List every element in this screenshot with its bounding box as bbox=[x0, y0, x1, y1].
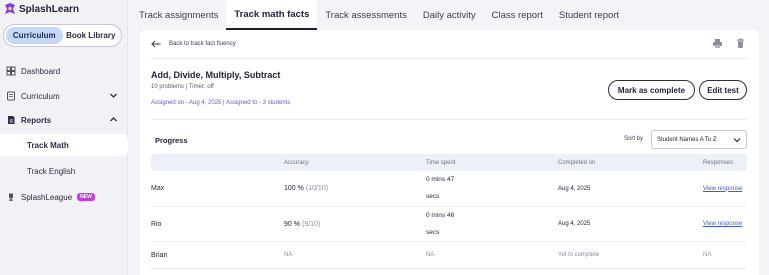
sidebar-item-splashleague[interactable]: SplashLeague NEW bbox=[0, 186, 128, 208]
sidebar-item-label: Curriculum bbox=[21, 91, 60, 101]
time-spent-cell: NA bbox=[426, 252, 435, 258]
book-library-toggle[interactable]: Book Library bbox=[63, 27, 120, 44]
sidebar-item-label: SplashLeague bbox=[21, 192, 73, 202]
mark-as-complete-button[interactable]: Mark as complete bbox=[608, 80, 695, 100]
sidebar-item-reports[interactable]: Reports bbox=[0, 109, 128, 131]
chevron-down-icon bbox=[733, 136, 741, 144]
tab-daily-activity[interactable]: Daily activity bbox=[423, 0, 476, 30]
table-row: Max 100 % (10/10) 0 mins 47 secs Aug 4, … bbox=[151, 171, 747, 207]
time-spent-unit: secs bbox=[426, 228, 440, 236]
curriculum-icon bbox=[6, 91, 16, 101]
sidebar-item-track-math[interactable]: Track Math bbox=[0, 134, 128, 156]
student-name: Brian bbox=[151, 251, 168, 259]
curriculum-toggle[interactable]: Curriculum bbox=[6, 27, 63, 44]
library-switch: Curriculum Book Library bbox=[3, 24, 122, 47]
tab-track-assignments[interactable]: Track assignments bbox=[139, 0, 218, 30]
reports-icon bbox=[6, 115, 16, 125]
trophy-icon bbox=[6, 192, 16, 202]
progress-heading: Progress bbox=[155, 136, 188, 145]
accuracy-cell: NA bbox=[284, 252, 293, 258]
chevron-up-icon bbox=[109, 115, 118, 124]
column-header-time-spent: Time spent bbox=[426, 159, 456, 166]
tab-class-report[interactable]: Class report bbox=[492, 0, 543, 30]
sidebar-item-track-english[interactable]: Track English bbox=[0, 160, 128, 182]
trash-icon[interactable] bbox=[735, 38, 746, 49]
accuracy-detail: (10/10) bbox=[305, 185, 329, 192]
student-name: Max bbox=[151, 185, 165, 192]
test-title: Add, Divide, Multiply, Subtract bbox=[151, 70, 281, 80]
sort-by-label: Sort by bbox=[624, 136, 644, 142]
sidebar-item-curriculum[interactable]: Curriculum bbox=[0, 85, 128, 107]
table-row: Rio 90 % (9/10) 0 mins 46 secs Aug 4, 20… bbox=[151, 207, 747, 242]
tab-track-assessments[interactable]: Track assessments bbox=[325, 0, 406, 30]
time-spent-cell: 0 mins 46 secs bbox=[426, 207, 454, 241]
sort-select-value: Student Names A To Z bbox=[657, 136, 717, 143]
view-response-link[interactable]: View response bbox=[703, 171, 742, 206]
time-spent-line: 0 mins 46 bbox=[426, 211, 455, 219]
student-name: Rio bbox=[151, 220, 162, 228]
sidebar-item-dashboard[interactable]: Dashboard bbox=[0, 60, 128, 82]
time-spent-unit: secs bbox=[426, 193, 440, 201]
dashboard-icon bbox=[6, 66, 16, 76]
column-header-accuracy: Accuracy bbox=[284, 159, 309, 166]
accuracy-cell: 100 % (10/10) bbox=[284, 171, 328, 206]
table-header: Accuracy Time spent Completed on Respons… bbox=[151, 154, 747, 171]
back-label: Back to track fact fluency bbox=[169, 41, 236, 47]
completed-on-cell: Aug 4, 2025 bbox=[558, 185, 591, 192]
arrow-left-icon bbox=[151, 40, 161, 48]
response-cell: NA bbox=[703, 252, 712, 258]
tab-student-report[interactable]: Student report bbox=[559, 0, 619, 30]
report-tabs: Track assignments Track math facts Track… bbox=[128, 0, 769, 30]
sidebar-item-label: Reports bbox=[21, 115, 52, 125]
view-response-link[interactable]: View response bbox=[703, 207, 742, 241]
assigned-info: Assigned on - Aug 4, 2025 | Assigned to … bbox=[151, 100, 291, 106]
test-meta: 10 problems | Timer: off bbox=[151, 84, 214, 90]
new-badge: NEW bbox=[77, 193, 95, 201]
completed-on-cell: Yet to complete bbox=[558, 252, 600, 258]
completed-on-cell: Aug 4, 2025 bbox=[558, 221, 591, 227]
sort-select[interactable]: Student Names A To Z bbox=[651, 130, 747, 149]
divider bbox=[151, 119, 747, 120]
column-header-responses: Responses bbox=[703, 159, 734, 166]
brand-name: SplashLearn bbox=[19, 3, 80, 15]
print-icon[interactable] bbox=[712, 38, 723, 49]
accuracy-percent: 90 % bbox=[284, 220, 300, 228]
splashlearn-logo-icon bbox=[4, 3, 16, 15]
time-spent-cell: 0 mins 47 secs bbox=[426, 171, 454, 206]
sidebar: SplashLearn Curriculum Book Library Dash… bbox=[0, 0, 128, 275]
back-link[interactable]: Back to track fact fluency bbox=[151, 40, 236, 48]
brand-logo[interactable]: SplashLearn bbox=[4, 3, 79, 15]
divider bbox=[151, 58, 747, 59]
edit-test-button[interactable]: Edit test bbox=[699, 80, 747, 100]
chevron-down-icon bbox=[109, 91, 118, 100]
sidebar-item-label: Dashboard bbox=[21, 66, 61, 76]
accuracy-detail: (9/10) bbox=[301, 220, 321, 228]
accuracy-percent: 100 % bbox=[284, 185, 304, 192]
accuracy-cell: 90 % (9/10) bbox=[284, 207, 320, 241]
time-spent-line: 0 mins 47 bbox=[426, 175, 455, 183]
main-panel: Back to track fact fluency Add, Divide, … bbox=[140, 30, 759, 275]
tab-track-math-facts[interactable]: Track math facts bbox=[226, 0, 318, 30]
table-row: Brian NA NA Yet to complete NA bbox=[151, 242, 747, 269]
column-header-completed-on: Completed on bbox=[558, 159, 596, 166]
